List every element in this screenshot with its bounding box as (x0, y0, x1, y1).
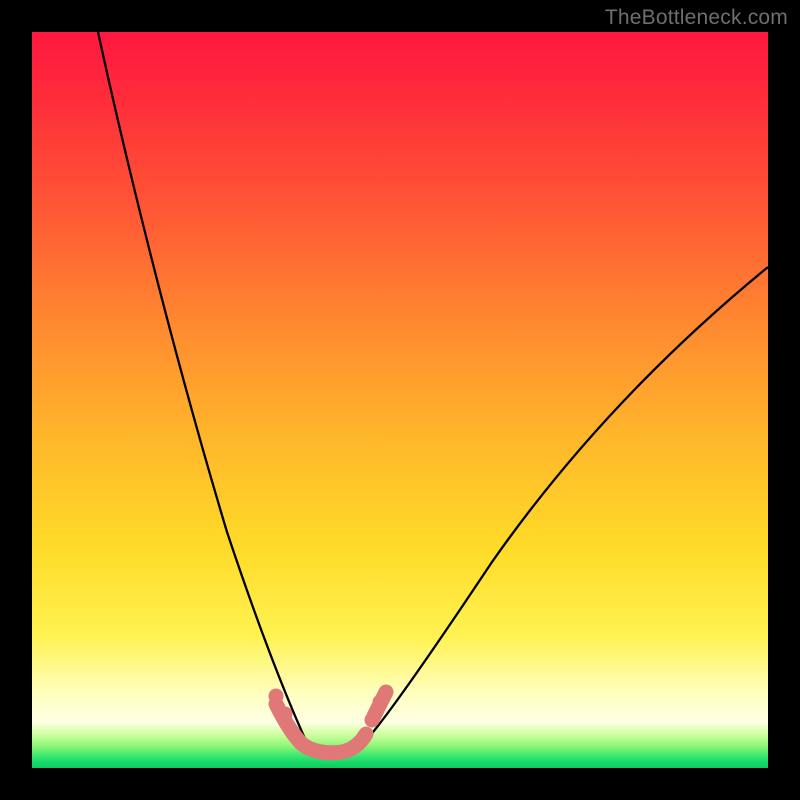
green-band (32, 722, 768, 768)
background-gradient (32, 32, 768, 768)
plot-area (32, 32, 768, 768)
watermark-text: TheBottleneck.com (605, 6, 788, 30)
chart-frame: TheBottleneck.com (0, 0, 800, 800)
